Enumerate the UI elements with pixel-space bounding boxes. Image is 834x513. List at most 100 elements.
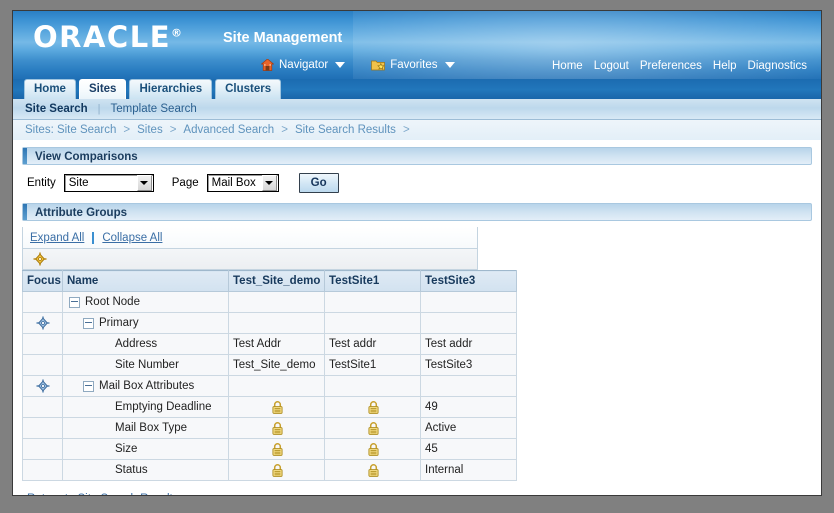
row-focus-cell[interactable] — [22, 312, 63, 334]
subnav-separator: | — [97, 103, 101, 115]
row-value-cell — [420, 312, 517, 334]
row-value-cell — [228, 291, 325, 313]
entity-select[interactable]: Site — [63, 174, 154, 192]
tab-home[interactable]: Home — [24, 79, 76, 99]
row-focus-cell — [22, 417, 63, 439]
row-name-cell: Primary — [62, 312, 229, 334]
tree-collapse-toggle-icon[interactable] — [69, 296, 80, 308]
row-value-cell — [324, 291, 421, 313]
chevron-down-icon — [136, 175, 152, 191]
tree-collapse-toggle-icon[interactable] — [83, 317, 94, 329]
subnav-item-site-search[interactable]: Site Search — [25, 103, 88, 115]
row-value-cell: Test addr — [324, 333, 421, 355]
row-name-label: Primary — [99, 317, 139, 329]
collapse-all-link[interactable]: Collapse All — [102, 232, 162, 244]
focus-crosshair-icon[interactable] — [36, 379, 50, 393]
row-focus-cell[interactable] — [22, 375, 63, 397]
lock-icon — [271, 442, 283, 456]
table-row: Address Test Addr Test addr Test addr — [22, 333, 517, 355]
column-header-testsite1: TestSite1 — [324, 270, 421, 292]
row-value-cell: 49 — [420, 396, 517, 418]
subnav-item-template-search[interactable]: Template Search — [111, 103, 197, 115]
row-name-label: Site Number — [115, 359, 179, 371]
row-value-cell: Test addr — [420, 333, 517, 355]
oracle-wordmark: ORACLE — [33, 20, 171, 54]
expand-all-link[interactable]: Expand All — [30, 232, 84, 244]
row-value-cell-locked — [228, 417, 325, 439]
return-to-site-search-results-link[interactable]: Return to Site Search Results — [27, 493, 179, 495]
page-select-value: Mail Box — [211, 177, 256, 189]
chevron-down-icon — [261, 175, 277, 191]
link-logout[interactable]: Logout — [594, 60, 629, 72]
lock-icon — [367, 400, 379, 414]
lock-icon — [271, 400, 283, 414]
row-name-label: Status — [115, 464, 148, 476]
row-value-cell — [324, 375, 421, 397]
go-button[interactable]: Go — [298, 173, 339, 193]
breadcrumb-item-advanced-search[interactable]: Advanced Search — [183, 124, 274, 136]
row-name-label: Mail Box Attributes — [99, 380, 195, 392]
tab-clusters[interactable]: Clusters — [215, 79, 282, 99]
row-focus-cell — [22, 354, 63, 376]
navigator-menu[interactable]: Navigator — [261, 59, 346, 71]
focus-crosshair-icon[interactable] — [33, 252, 47, 266]
sub-navigation: Site Search | Template Search — [13, 99, 821, 120]
column-header-name: Name — [62, 270, 229, 292]
favorites-menu[interactable]: Favorites — [371, 59, 455, 71]
row-focus-cell — [22, 459, 63, 481]
breadcrumb-arrow-icon: > — [281, 124, 288, 136]
row-value-cell-locked — [228, 396, 325, 418]
row-value-cell — [324, 312, 421, 334]
global-menu-group: Navigator Favorites — [261, 59, 455, 71]
row-name-cell: Site Number — [62, 354, 229, 376]
row-value-cell-locked — [228, 459, 325, 481]
column-header-test-site-demo: Test_Site_demo — [228, 270, 325, 292]
link-diagnostics[interactable]: Diagnostics — [748, 60, 807, 72]
registered-mark: ® — [171, 26, 182, 40]
row-value-cell — [228, 312, 325, 334]
focus-crosshair-icon[interactable] — [36, 316, 50, 330]
footer: Return to Site Search Results — [22, 481, 812, 495]
table-row: Site Number Test_Site_demo TestSite1 TestSi… — [22, 354, 517, 376]
link-help[interactable]: Help — [713, 60, 737, 72]
lock-icon — [271, 463, 283, 477]
breadcrumb-arrow-icon: > — [169, 124, 177, 136]
row-focus-cell — [22, 438, 63, 460]
entity-label: Entity — [27, 177, 56, 189]
link-home[interactable]: Home — [552, 60, 583, 72]
row-value-cell: TestSite1 — [324, 354, 421, 376]
comparison-table-head: Focus Name Test_Site_demo TestSite1 Test… — [22, 270, 517, 292]
breadcrumb-item-site-search-results[interactable]: Site Search Results — [295, 124, 396, 136]
breadcrumb-arrow-icon: > — [123, 124, 131, 136]
tab-sites[interactable]: Sites — [78, 79, 127, 99]
breadcrumb-item-sites[interactable]: Sites — [137, 124, 163, 136]
row-value-cell: TestSite3 — [420, 354, 517, 376]
row-name-cell: Address — [62, 333, 229, 355]
favorites-folder-star-icon — [371, 59, 386, 71]
row-focus-cell — [22, 291, 63, 313]
row-name-label: Emptying Deadline — [115, 401, 212, 413]
lock-icon — [367, 463, 379, 477]
tab-hierarchies[interactable]: Hierarchies — [129, 79, 213, 99]
attribute-groups-panel: Expand All Collapse All Focus Name Test_… — [22, 227, 812, 481]
breadcrumb-item-sites-site-search[interactable]: Sites: Site Search — [25, 124, 116, 136]
page-title: Site Management — [223, 30, 343, 46]
brand-header: ORACLE® Site Management Navigator Favori… — [13, 11, 821, 79]
divider — [92, 231, 95, 244]
row-value-cell: Internal — [420, 459, 517, 481]
page-select[interactable]: Mail Box — [206, 174, 279, 192]
row-focus-cell — [22, 333, 63, 355]
view-comparisons-form: Entity Site Page Mail Box Go — [22, 165, 812, 203]
row-focus-cell — [22, 396, 63, 418]
comparison-table: Focus Name Test_Site_demo TestSite1 Test… — [22, 270, 517, 481]
tree-collapse-toggle-icon[interactable] — [83, 380, 94, 392]
expand-collapse-bar: Expand All Collapse All — [22, 227, 478, 249]
lock-icon — [271, 421, 283, 435]
link-preferences[interactable]: Preferences — [640, 60, 702, 72]
row-name-label: Mail Box Type — [115, 422, 188, 434]
table-header-row: Focus Name Test_Site_demo TestSite1 Test… — [22, 270, 517, 292]
row-value-cell-locked — [228, 438, 325, 460]
row-name-cell: Root Node — [62, 291, 229, 313]
row-name-cell: Status — [62, 459, 229, 481]
row-value-cell — [420, 375, 517, 397]
